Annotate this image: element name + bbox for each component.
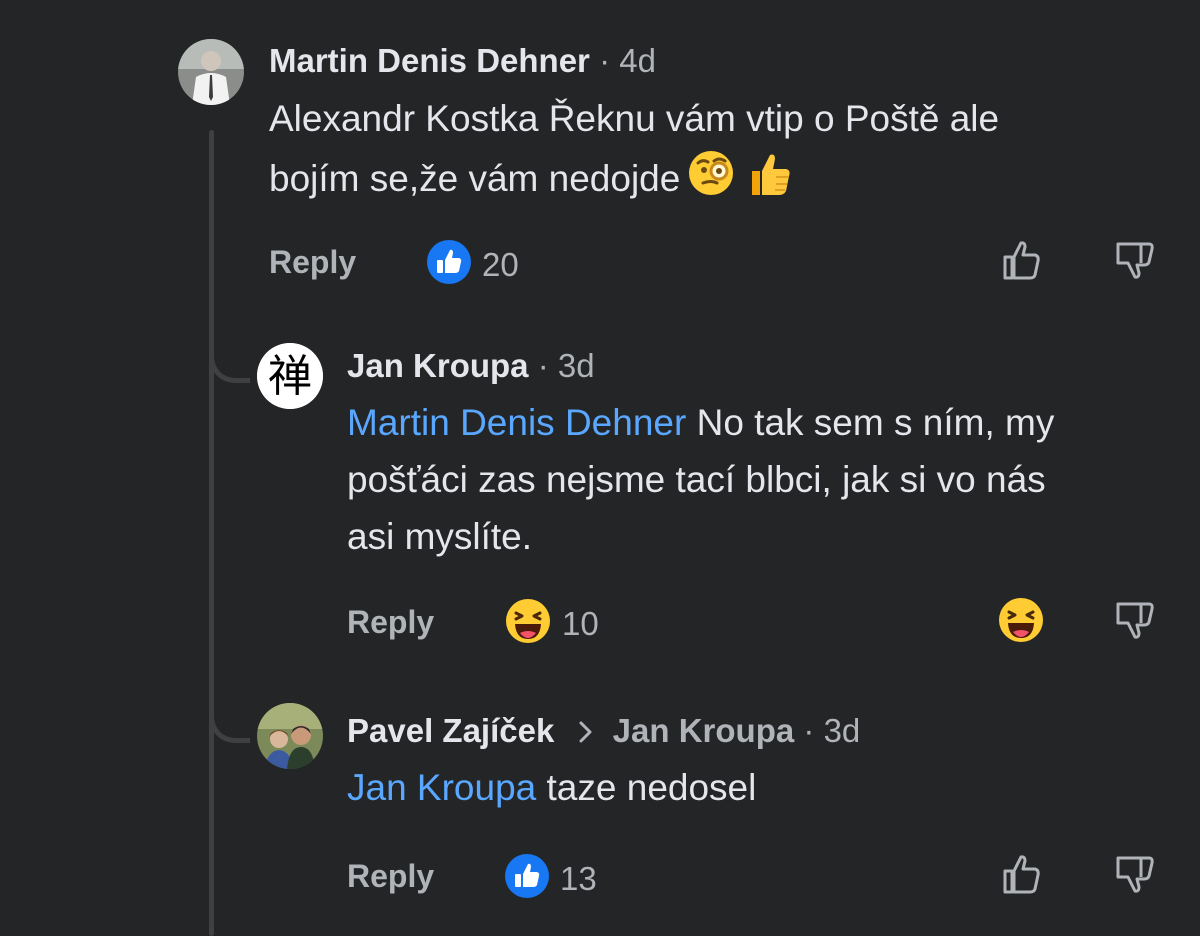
avatar[interactable] — [257, 703, 323, 769]
comment-header: Martin Denis Dehner · 4d — [269, 42, 656, 80]
reply-target-name[interactable]: Jan Kroupa — [613, 712, 795, 749]
comment-text-segment: bojím se,že vám nedojde — [269, 157, 681, 199]
avatar[interactable] — [178, 39, 244, 105]
comment-text-segment: taze nedosel — [536, 767, 757, 808]
haha-reaction-button[interactable] — [997, 596, 1045, 649]
thread-line — [209, 130, 214, 936]
comment-text-line: pošťáci zas nejsme tací blbci, jak si vo… — [347, 459, 1046, 500]
monocle-face-emoji — [686, 148, 736, 214]
comment-actions: Reply 20 — [269, 236, 1159, 286]
avatar[interactable]: 禅 — [257, 343, 323, 409]
comment-header: Pavel Zajíček Jan Kroupa · 3d — [347, 712, 860, 750]
reply-button[interactable]: Reply — [347, 604, 434, 641]
reaction-count: 10 — [562, 604, 599, 642]
separator: · — [599, 42, 611, 79]
thread-branch — [209, 708, 250, 743]
reaction-count: 20 — [482, 245, 519, 283]
timestamp[interactable]: 3d — [558, 347, 595, 384]
comment-actions: Reply 13 — [347, 850, 1159, 900]
reaction-summary[interactable]: 10 — [504, 597, 599, 650]
comment-text-line: bojím se,že vám nedojde — [269, 147, 999, 215]
separator: · — [537, 347, 549, 384]
timestamp[interactable]: 3d — [824, 712, 861, 749]
comment-text-segment: No tak sem s ním, my — [686, 402, 1055, 443]
comment-text-line: asi myslíte. — [347, 516, 533, 557]
comment-text-line: Alexandr Kostka Řeknu vám vtip o Poště a… — [269, 98, 1000, 139]
mention-link[interactable]: Martin Denis Dehner — [347, 402, 686, 443]
comment-text: Jan Kroupa taze nedosel — [347, 759, 756, 816]
thread-branch — [209, 348, 250, 383]
mention-link[interactable]: Jan Kroupa — [347, 767, 536, 808]
upvote-icon[interactable] — [999, 852, 1043, 901]
thumbs-up-emoji — [742, 147, 794, 215]
reply-button[interactable]: Reply — [347, 858, 434, 895]
downvote-icon[interactable] — [1113, 238, 1157, 287]
reaction-summary[interactable]: 20 — [426, 239, 519, 290]
author-name[interactable]: Jan Kroupa — [347, 347, 529, 384]
downvote-icon[interactable] — [1113, 852, 1157, 901]
author-name[interactable]: Martin Denis Dehner — [269, 42, 590, 79]
reply-button[interactable]: Reply — [269, 244, 356, 281]
like-icon — [426, 239, 472, 290]
separator: · — [803, 712, 815, 749]
upvote-icon[interactable] — [999, 238, 1043, 287]
comment-text: Alexandr Kostka Řeknu vám vtip o Poště a… — [269, 90, 999, 215]
comment-text-line: Jan Kroupa taze nedosel — [347, 759, 756, 816]
downvote-icon[interactable] — [1113, 598, 1157, 647]
reaction-count: 13 — [560, 859, 597, 897]
chevron-right-icon — [578, 712, 603, 749]
avatar-glyph: 禅 — [268, 351, 312, 402]
haha-icon — [504, 597, 552, 650]
comment-text-line: Martin Denis Dehner No tak sem s ním, my — [347, 394, 1054, 451]
author-name[interactable]: Pavel Zajíček — [347, 712, 554, 749]
comment-header: Jan Kroupa · 3d — [347, 347, 595, 385]
comment-text: Martin Denis Dehner No tak sem s ním, my… — [347, 394, 1054, 565]
timestamp[interactable]: 4d — [619, 42, 656, 79]
reaction-summary[interactable]: 13 — [504, 853, 597, 904]
like-icon — [504, 853, 550, 904]
comment-actions: Reply 10 — [347, 596, 1159, 646]
